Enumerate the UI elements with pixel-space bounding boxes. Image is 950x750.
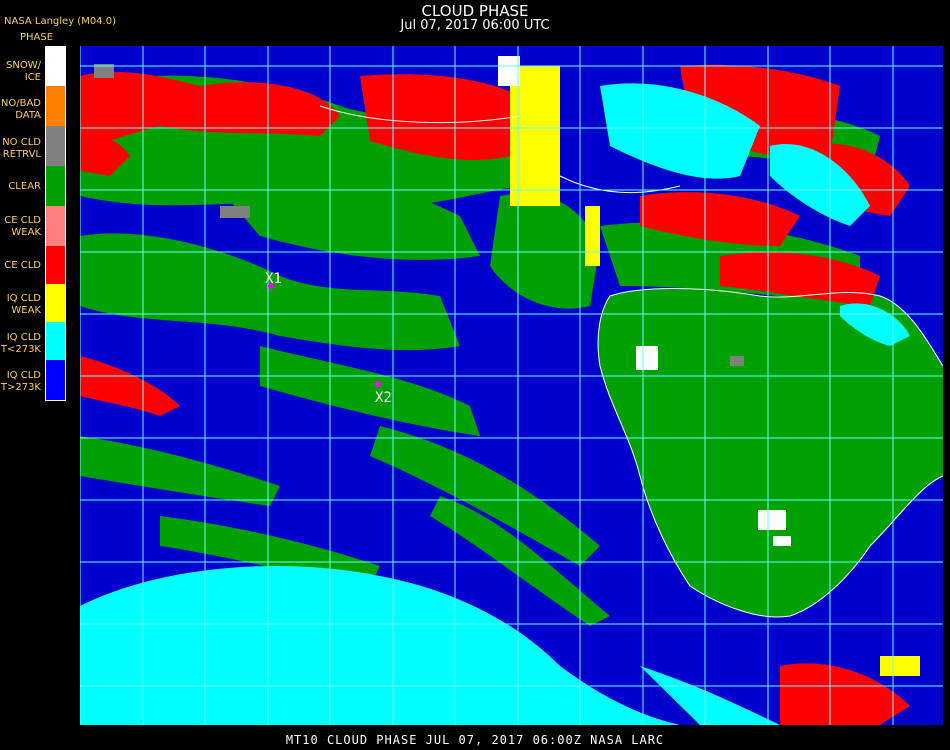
legend-label-ice-cld: CE CLD	[4, 260, 41, 271]
legend-title: PHASE	[20, 32, 54, 43]
legend-label-snow-ice: SNOW/ ICE	[6, 60, 41, 83]
org-label: NASA Langley (M04.0)	[4, 16, 116, 27]
map-datetime: Jul 07, 2017 06:00 UTC	[400, 18, 550, 33]
footer-caption: MT10 CLOUD PHASE JUL 07, 2017 06:00Z NAS…	[285, 733, 665, 747]
cloud-phase-map[interactable]: X1 X2	[79, 46, 944, 725]
legend-border	[45, 46, 66, 401]
marker-x2-label: X2	[375, 390, 392, 406]
marker-x2-dot	[375, 381, 381, 387]
legend-label-no-cld-retrvl: NO CLD RETRVL	[2, 137, 41, 160]
legend-label-no-bad-data: NO/BAD DATA	[0, 98, 41, 121]
legend-label-liq-cld-cold: IQ CLD T<273K	[0, 332, 41, 355]
legend-label-ice-cld-weak: CE CLD WEAK	[4, 215, 41, 238]
legend-label-liq-cld-warm: IQ CLD T>273K	[0, 370, 41, 393]
legend-label-liq-cld-weak: IQ CLD WEAK	[6, 293, 41, 316]
legend-label-clear: CLEAR	[8, 181, 41, 192]
map-canvas: X1 X2	[79, 46, 944, 725]
marker-x1-label: X1	[265, 271, 282, 287]
marker-x1: X1	[265, 271, 282, 289]
